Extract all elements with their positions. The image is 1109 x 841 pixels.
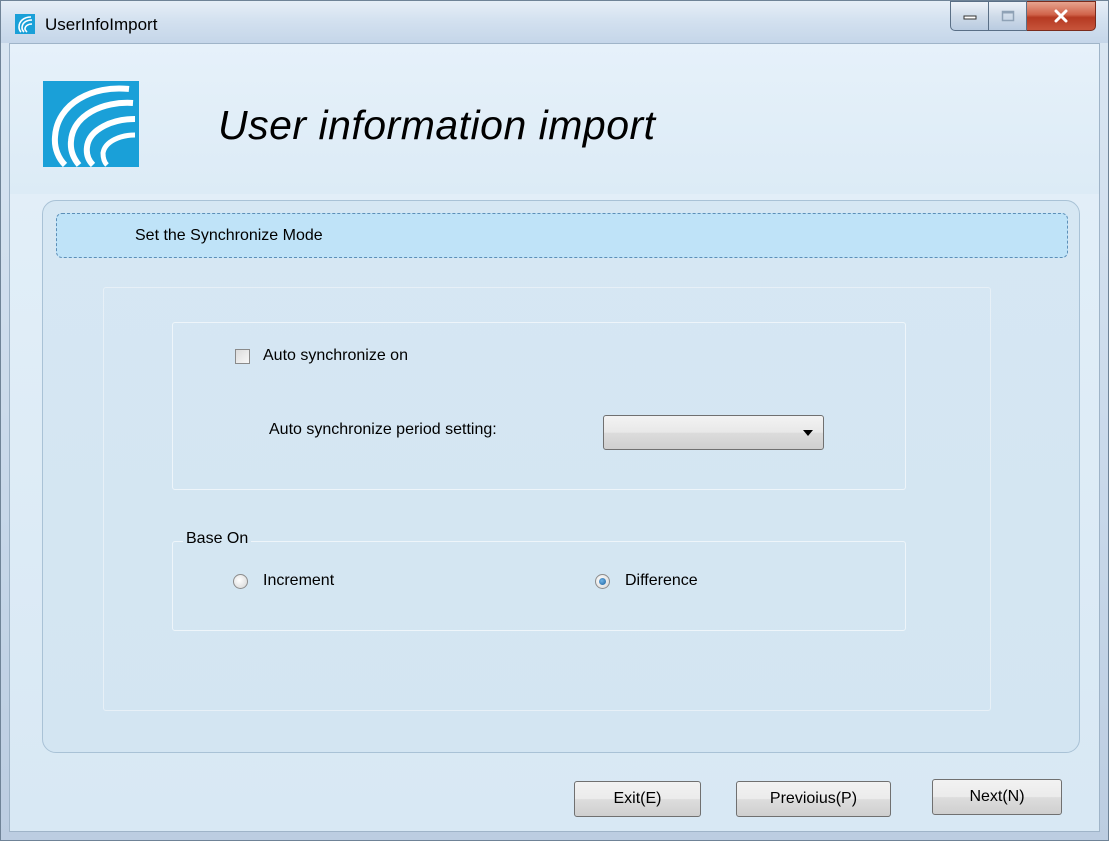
wizard-panel: Set the Synchronize Mode Auto synchroniz… <box>42 200 1080 753</box>
auto-sync-group: Auto synchronize on Auto synchronize per… <box>172 322 906 490</box>
close-button[interactable] <box>1027 1 1096 31</box>
minimize-button[interactable] <box>950 1 989 31</box>
previous-button[interactable]: Previoius(P) <box>736 781 891 817</box>
base-on-group: Base On Increment Difference <box>172 530 906 631</box>
exit-button[interactable]: Exit(E) <box>574 781 701 817</box>
increment-radio[interactable] <box>233 574 248 589</box>
minimize-icon <box>963 15 976 20</box>
settings-container: Auto synchronize on Auto synchronize per… <box>103 287 991 711</box>
page-title: User information import <box>218 102 656 148</box>
step-label: Set the Synchronize Mode <box>135 227 323 244</box>
close-icon <box>1054 9 1068 23</box>
auto-sync-checkbox[interactable] <box>235 349 250 364</box>
logo-icon <box>43 81 139 167</box>
client-area: User information import Set the Synchron… <box>9 43 1100 832</box>
base-on-legend: Base On <box>183 530 252 548</box>
increment-label[interactable]: Increment <box>263 572 334 590</box>
period-dropdown[interactable] <box>603 415 824 450</box>
app-icon <box>15 14 35 34</box>
period-label: Auto synchronize period setting: <box>269 421 497 438</box>
window-title: UserInfoImport <box>45 15 158 34</box>
next-button[interactable]: Next(N) <box>932 779 1062 815</box>
app-window: UserInfoImport User information import S… <box>0 0 1109 841</box>
title-bar[interactable]: UserInfoImport <box>1 1 1108 43</box>
maximize-button[interactable] <box>989 1 1027 31</box>
header: User information import <box>10 44 1099 194</box>
chevron-down-icon <box>803 430 813 436</box>
difference-label[interactable]: Difference <box>625 572 698 590</box>
step-banner: Set the Synchronize Mode <box>56 213 1068 258</box>
window-controls <box>950 1 1096 33</box>
maximize-icon <box>1001 10 1014 22</box>
difference-radio[interactable] <box>595 574 610 589</box>
auto-sync-label[interactable]: Auto synchronize on <box>263 347 408 365</box>
